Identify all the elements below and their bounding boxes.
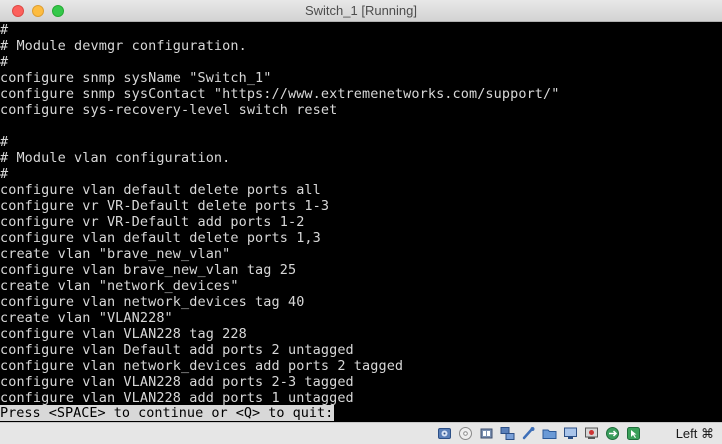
console-line: configure vr VR-Default add ports 1-2 (0, 214, 305, 230)
vm-status-bar: Left ⌘ (0, 422, 722, 444)
pager-prompt: Press <SPACE> to continue or <Q> to quit… (0, 405, 335, 421)
console-line: configure vlan network_devices add ports… (0, 358, 404, 374)
console-line: # (0, 22, 9, 38)
console-line: create vlan "VLAN228" (0, 310, 173, 326)
console-line: # Module devmgr configuration. (0, 38, 247, 54)
console-line: configure vlan VLAN228 add ports 2-3 tag… (0, 374, 354, 390)
console-line: configure vlan default delete ports 1,3 (0, 230, 321, 246)
display-icon[interactable] (563, 426, 578, 441)
window-title: Switch_1 [Running] (304, 3, 417, 18)
vm-console[interactable]: # # Module devmgr configuration. # confi… (0, 22, 722, 422)
console-line: create vlan "network_devices" (0, 278, 239, 294)
vm-window: Switch_1 [Running] # # Module devmgr con… (0, 0, 722, 444)
shared-folder-icon[interactable] (542, 426, 557, 441)
network-icon[interactable] (500, 426, 515, 441)
usb-icon[interactable] (521, 426, 536, 441)
console-line: # (0, 134, 9, 150)
console-line: configure snmp sysName "Switch_1" (0, 70, 272, 86)
console-line: configure vlan VLAN228 tag 228 (0, 326, 247, 342)
recording-icon[interactable] (584, 426, 599, 441)
console-line: configure sys-recovery-level switch rese… (0, 102, 338, 118)
host-key-label[interactable]: Left ⌘ (676, 426, 714, 442)
mouse-integration-icon[interactable] (626, 426, 641, 441)
console-line: configure vlan brave_new_vlan tag 25 (0, 262, 297, 278)
audio-icon[interactable] (479, 426, 494, 441)
optical-drive-icon[interactable] (458, 426, 473, 441)
console-line: configure vr VR-Default delete ports 1-3 (0, 198, 330, 214)
console-line: configure vlan Default add ports 2 untag… (0, 342, 354, 358)
console-line: # (0, 166, 9, 182)
console-line: create vlan "brave_new_vlan" (0, 246, 231, 262)
console-line: configure vlan network_devices tag 40 (0, 294, 305, 310)
drag-drop-icon[interactable] (605, 426, 620, 441)
console-line: configure vlan default delete ports all (0, 182, 321, 198)
console-line: configure vlan VLAN228 add ports 1 untag… (0, 390, 354, 406)
title-bar: Switch_1 [Running] (0, 0, 722, 22)
console-line: # (0, 54, 9, 70)
console-line: # Module vlan configuration. (0, 150, 231, 166)
hard-disk-icon[interactable] (437, 426, 452, 441)
console-line: configure snmp sysContact "https://www.e… (0, 86, 560, 102)
